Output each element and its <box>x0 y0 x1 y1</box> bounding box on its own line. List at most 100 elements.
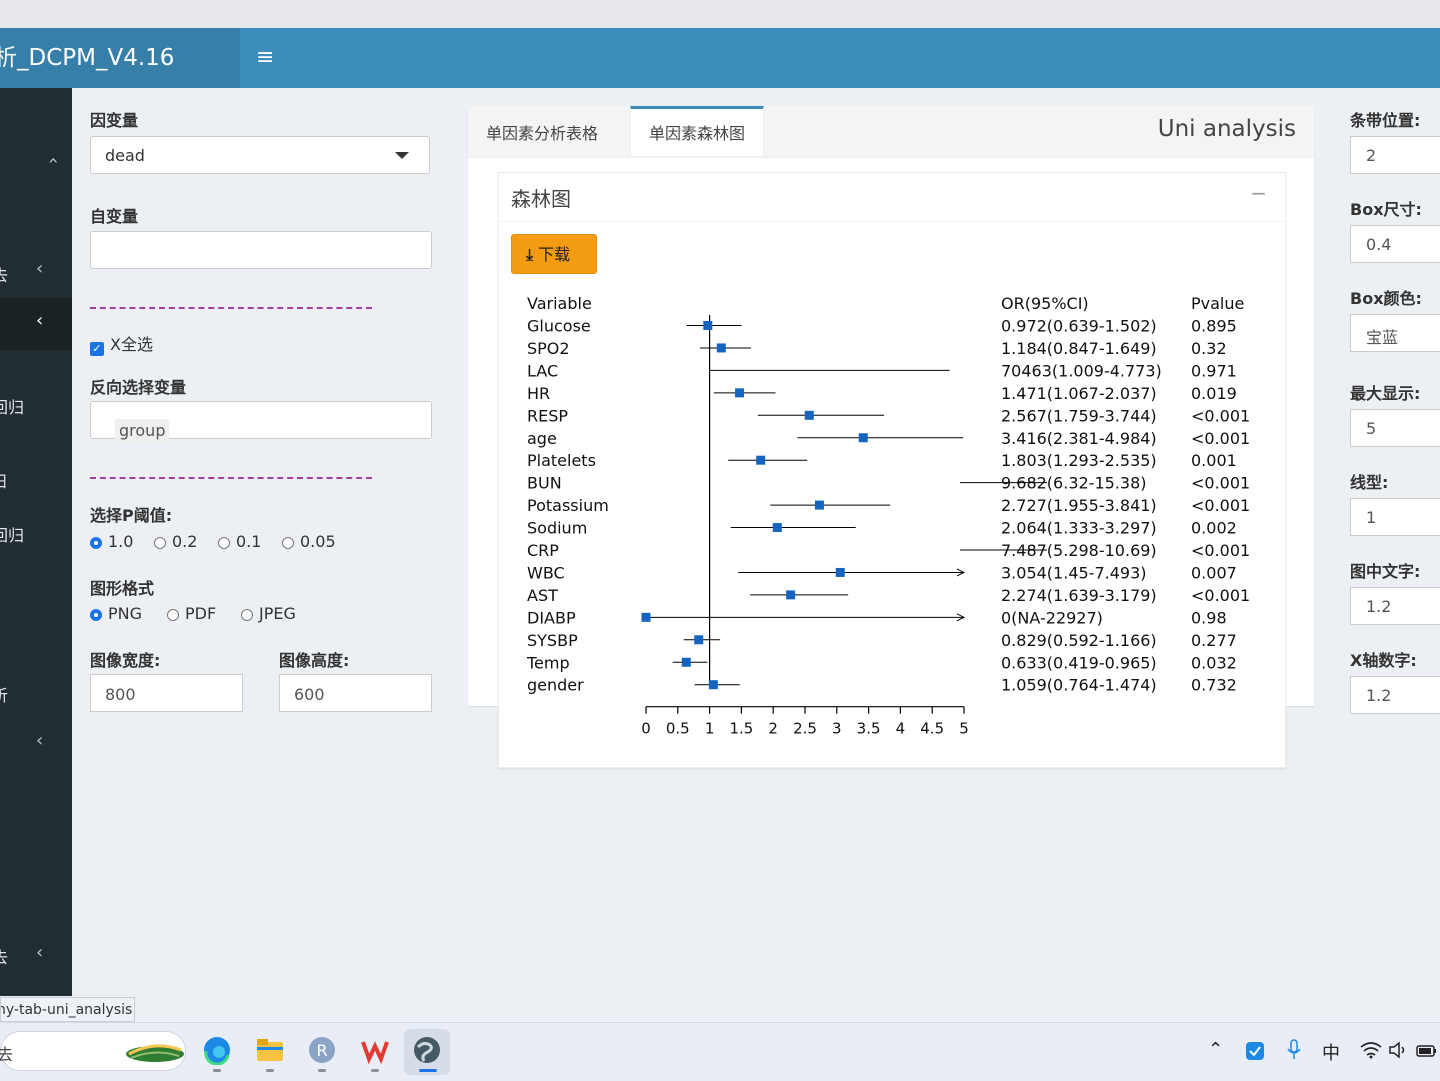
menu-toggle-icon[interactable]: ≡ <box>256 46 274 70</box>
r-app-icon[interactable]: R <box>307 1035 337 1065</box>
max-display-value: 5 <box>1366 419 1377 438</box>
radio-icon[interactable] <box>167 609 179 621</box>
radio-label: JPEG <box>259 604 296 623</box>
row-variable: Glucose <box>527 317 591 336</box>
sidebar-item-label[interactable]: 去 <box>0 944 8 968</box>
box-size-input[interactable]: 0.4 <box>1350 225 1440 263</box>
row-variable: DIABP <box>527 608 576 627</box>
radio-label: 1.0 <box>108 532 134 551</box>
sidebar-item-label[interactable]: 去 <box>0 262 8 286</box>
p-radio-1.0[interactable]: 1.0 <box>90 532 133 551</box>
row-or-ci: 3.054(1.45-7.493) <box>1001 563 1147 582</box>
or-box <box>735 388 745 398</box>
tab-uni-forest[interactable]: 单因素森林图 <box>630 106 765 156</box>
reverse-select-label: 反向选择变量 <box>90 378 187 397</box>
row-or-ci: 0.633(0.419-0.965) <box>1001 653 1157 672</box>
tab-uni-table[interactable]: 单因素分析表格 <box>468 106 616 156</box>
checkbox-checked-icon[interactable]: ✓ <box>90 342 104 356</box>
radio-icon[interactable] <box>154 537 166 549</box>
row-variable: gender <box>527 676 584 695</box>
chevron-left-icon[interactable]: ‹ <box>36 258 43 279</box>
row-variable: Potassium <box>527 496 609 515</box>
row-pvalue: 0.001 <box>1191 451 1237 470</box>
or-box <box>804 410 814 420</box>
p-radio-0.05[interactable]: 0.05 <box>282 532 336 551</box>
row-pvalue: 0.732 <box>1191 676 1237 695</box>
radio-selected-icon[interactable] <box>90 537 102 549</box>
sidebar-item-label[interactable]: 日 <box>0 468 8 492</box>
chevron-left-icon[interactable]: ‹ <box>36 942 43 963</box>
radio-icon[interactable] <box>282 537 294 549</box>
chevron-left-icon[interactable]: ‹ <box>36 730 43 751</box>
input-language[interactable]: 中 <box>1322 1039 1340 1065</box>
row-variable: RESP <box>527 406 568 425</box>
height-input[interactable]: 600 <box>279 674 432 712</box>
row-pvalue: 0.277 <box>1191 631 1237 650</box>
folder-icon[interactable] <box>255 1035 285 1065</box>
divider <box>90 307 372 309</box>
format-radio-png[interactable]: PNG <box>90 604 142 623</box>
header-or: OR(95%CI) <box>1001 294 1089 313</box>
row-pvalue: 0.895 <box>1191 317 1237 336</box>
row-pvalue: 0.98 <box>1191 608 1227 627</box>
row-variable: Sodium <box>527 519 587 538</box>
row-variable: WBC <box>527 563 565 582</box>
sidebar-item-label[interactable]: 回归 <box>0 522 24 546</box>
collapse-icon[interactable]: − <box>1250 181 1267 205</box>
box-size-label: Box尺寸: <box>1350 200 1422 219</box>
tray-chevron-up-icon[interactable]: ⌃ <box>1208 1039 1223 1060</box>
format-radio-jpeg[interactable]: JPEG <box>241 604 296 623</box>
battery-icon[interactable] <box>1416 1041 1438 1059</box>
wifi-icon[interactable] <box>1360 1041 1382 1059</box>
line-type-input[interactable]: 1 <box>1350 498 1440 536</box>
radio-icon[interactable] <box>218 537 230 549</box>
download-button[interactable]: ⤓ 下载 <box>511 234 597 274</box>
max-display-input[interactable]: 5 <box>1350 409 1440 447</box>
microphone-icon[interactable] <box>1286 1039 1302 1061</box>
row-pvalue: 0.32 <box>1191 339 1227 358</box>
wps-icon[interactable] <box>360 1035 390 1065</box>
security-tray-icon[interactable] <box>1245 1041 1265 1061</box>
row-or-ci: 3.416(2.381-4.984) <box>1001 429 1157 448</box>
box-title: 森林图 <box>511 187 571 211</box>
browser-app-icon[interactable] <box>412 1035 442 1065</box>
chip-group[interactable]: group <box>115 419 170 443</box>
select-all-checkbox[interactable]: ✓ X全选 <box>90 331 153 356</box>
row-or-ci: 2.064(1.333-3.297) <box>1001 519 1157 538</box>
radio-label: 0.2 <box>172 532 198 551</box>
or-box <box>772 523 782 533</box>
reverse-select-input[interactable]: deadgroup <box>90 401 432 443</box>
radio-icon[interactable] <box>241 609 253 621</box>
independent-input[interactable] <box>90 231 432 269</box>
download-icon: ⤓ <box>526 245 534 264</box>
row-pvalue: <0.001 <box>1191 541 1250 560</box>
taskbar: 去 R ⌃ 中 <box>0 1022 1440 1081</box>
app-title: 析_DCPM_V4.16 <box>0 28 240 88</box>
radio-selected-icon[interactable] <box>90 609 102 621</box>
p-radio-0.1[interactable]: 0.1 <box>218 532 261 551</box>
chevron-down-icon[interactable]: ‹ <box>43 157 64 164</box>
dependent-select[interactable]: dead <box>90 136 430 174</box>
chevron-left-icon[interactable]: ‹ <box>36 310 43 331</box>
sidebar-item-label[interactable]: 回归 <box>0 394 24 418</box>
box-color-select[interactable]: 宝蓝 <box>1350 314 1440 352</box>
p-radio-0.2[interactable]: 0.2 <box>154 532 197 551</box>
line-type-value: 1 <box>1366 508 1377 527</box>
taskbar-search[interactable]: 去 <box>0 1031 186 1071</box>
plot-text-input[interactable]: 1.2 <box>1350 587 1440 625</box>
width-input[interactable]: 800 <box>90 674 243 712</box>
edge-icon[interactable] <box>202 1035 232 1065</box>
row-or-ci: 2.727(1.955-3.841) <box>1001 496 1157 515</box>
x-tick-label: 0 <box>641 720 651 738</box>
x-axis-number-input[interactable]: 1.2 <box>1350 676 1440 714</box>
volume-icon[interactable] <box>1388 1041 1408 1059</box>
band-position-input[interactable]: 2 <box>1350 136 1440 174</box>
band-position-label: 条带位置: <box>1350 111 1421 130</box>
line-type-label: 线型: <box>1350 473 1389 492</box>
max-display-label: 最大显示: <box>1350 384 1421 403</box>
row-pvalue: 0.002 <box>1191 519 1237 538</box>
select-all-label: X全选 <box>110 335 153 354</box>
format-radio-pdf[interactable]: PDF <box>167 604 216 623</box>
x-tick-label: 0.5 <box>666 720 690 738</box>
sidebar-item-label[interactable]: 析 <box>0 682 8 706</box>
